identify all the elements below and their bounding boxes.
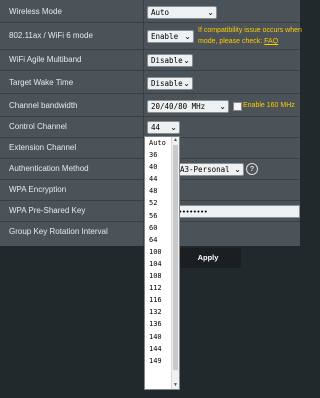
ax-mode-value: Enable (151, 32, 179, 41)
chevron-down-icon: ⌄ (183, 79, 190, 88)
wpa-psk-input[interactable]: •••••••• (176, 205, 300, 218)
row-channel-bandwidth: Channel bandwidth 20/40/80 MHz ⌄ Enable … (0, 96, 300, 117)
ax-mode-note-line2: mode, please check: FAQ (198, 37, 278, 47)
authentication-method-label: Authentication Method (9, 164, 89, 173)
chevron-down-icon: ⌄ (170, 123, 177, 132)
target-wake-time-label: Target Wake Time (9, 78, 74, 87)
channel-bandwidth-value: 20/40/80 MHz (151, 102, 206, 111)
faq-link[interactable]: FAQ (264, 38, 278, 45)
help-icon[interactable]: ? (246, 163, 258, 175)
chevron-down-icon: ⌄ (219, 102, 226, 111)
enable-160-label: Enable 160 MHz (243, 102, 295, 109)
control-channel-value: 44 (151, 123, 161, 132)
dropdown-scrollbar[interactable]: ▲ ▼ (171, 137, 179, 389)
row-control-channel: Control Channel 44 ⌄ (0, 117, 300, 138)
row-agile-multiband: WiFi Agile Multiband Disable ⌄ (0, 50, 300, 71)
scrollbar-thumb[interactable] (173, 145, 178, 370)
extension-channel-label: Extension Channel (9, 143, 77, 152)
row-ax-mode: 802.11ax / WiFi 6 mode Enable ⌄ If compa… (0, 23, 302, 50)
agile-multiband-label: WiFi Agile Multiband (9, 55, 82, 64)
wireless-mode-value: Auto (151, 8, 170, 17)
ax-mode-note-line1: If compatibility issue occurs when (198, 27, 302, 34)
channel-bandwidth-select[interactable]: 20/40/80 MHz ⌄ (147, 100, 229, 113)
target-wake-time-value: Disable (151, 79, 183, 88)
control-channel-label: Control Channel (9, 122, 67, 131)
wpa-psk-label: WPA Pre-Shared Key (9, 206, 86, 215)
enable-160-checkbox[interactable] (233, 102, 242, 111)
wireless-mode-label: Wireless Mode (9, 7, 62, 16)
channel-bandwidth-label: Channel bandwidth (9, 101, 78, 110)
row-target-wake-time: Target Wake Time Disable ⌄ (0, 73, 300, 94)
scroll-down-icon[interactable]: ▼ (172, 382, 179, 389)
ax-mode-note-text: mode, please check: (198, 38, 265, 45)
chevron-down-icon: ⌄ (234, 165, 241, 174)
control-channel-dropdown: Auto 36 40 44 48 52 56 60 64 100 104 108 112 116 132 13… (144, 136, 180, 390)
authentication-method-value: A3-Personal (180, 165, 230, 174)
ax-mode-label: 802.11ax / WiFi 6 mode (9, 31, 93, 40)
wireless-mode-select[interactable]: Auto ⌄ (147, 6, 217, 19)
chevron-down-icon: ⌄ (207, 8, 214, 17)
ax-mode-select[interactable]: Enable ⌄ (147, 30, 194, 43)
group-key-rotation-label: Group Key Rotation Interval (9, 227, 108, 236)
agile-multiband-value: Disable (151, 56, 183, 65)
agile-multiband-select[interactable]: Disable ⌄ (147, 54, 193, 67)
authentication-method-select[interactable]: A3-Personal ⌄ (176, 163, 244, 176)
scroll-up-icon[interactable]: ▲ (172, 137, 179, 144)
chevron-down-icon: ⌄ (184, 32, 191, 41)
apply-button[interactable]: Apply (175, 248, 241, 268)
wpa-encryption-label: WPA Encryption (9, 185, 67, 194)
target-wake-time-select[interactable]: Disable ⌄ (147, 77, 193, 90)
row-wireless-mode: Wireless Mode Auto ⌄ (0, 2, 300, 23)
chevron-down-icon: ⌄ (183, 56, 190, 65)
control-channel-select[interactable]: 44 ⌄ (147, 121, 180, 134)
